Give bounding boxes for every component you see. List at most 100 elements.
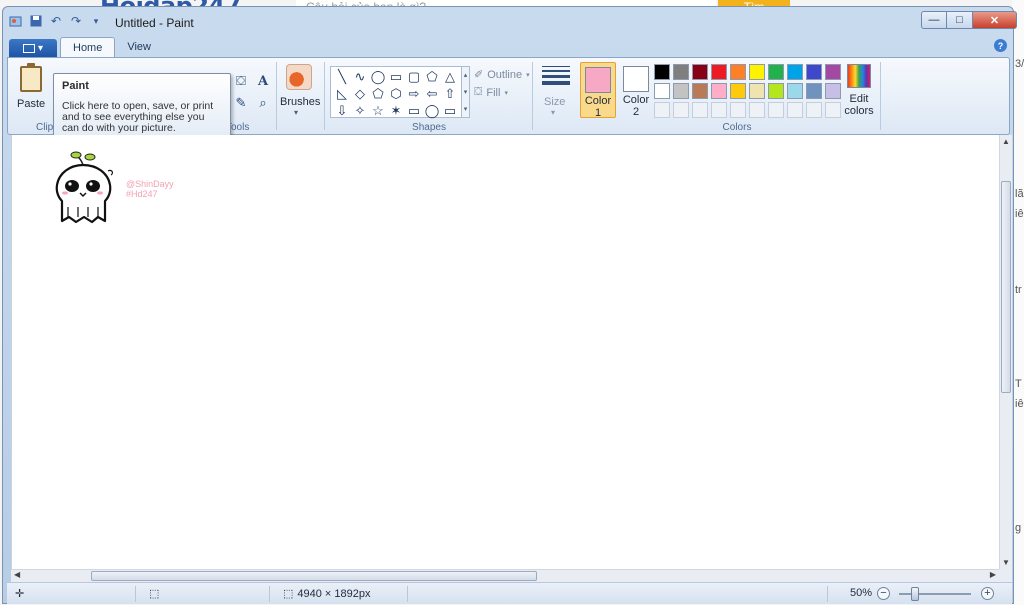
palette-custom-slot[interactable] bbox=[787, 102, 803, 118]
drawing-canvas[interactable]: @ShinDayy #Hd247 bbox=[11, 135, 999, 569]
paste-button[interactable]: Paste bbox=[17, 98, 45, 110]
outline-button[interactable]: ✐ Outline ▾ bbox=[474, 68, 530, 82]
zoom-in-icon[interactable]: + bbox=[981, 587, 994, 600]
color1-button[interactable]: Color 1 bbox=[580, 62, 616, 119]
color-picker-icon[interactable]: ✎ bbox=[232, 94, 250, 112]
palette-custom-slot[interactable] bbox=[749, 102, 765, 118]
palette-custom-slot[interactable] bbox=[825, 102, 841, 118]
help-icon[interactable]: ? bbox=[994, 39, 1007, 52]
palette-color-swatch[interactable] bbox=[673, 64, 689, 80]
tab-view[interactable]: View bbox=[115, 37, 163, 57]
shape-option[interactable]: ✶ bbox=[387, 102, 405, 119]
scroll-up-arrow-icon[interactable]: ▲ bbox=[1000, 137, 1012, 146]
palette-color-swatch[interactable] bbox=[825, 64, 841, 80]
shape-option[interactable]: ✧ bbox=[351, 102, 369, 119]
shape-option[interactable]: ☆ bbox=[369, 102, 387, 119]
title-bar[interactable]: ↶ ↷ ▾ Untitled - Paint — □ ✕ bbox=[3, 7, 1017, 35]
quick-access-toolbar: ↶ ↷ ▾ bbox=[9, 14, 103, 28]
palette-color-swatch[interactable] bbox=[730, 64, 746, 80]
palette-color-swatch[interactable] bbox=[692, 83, 708, 99]
magnifier-icon[interactable]: ⌕ bbox=[254, 94, 272, 112]
palette-color-swatch[interactable] bbox=[768, 83, 784, 99]
shape-option[interactable]: ⇩ bbox=[333, 102, 351, 119]
palette-color-swatch[interactable] bbox=[787, 83, 803, 99]
save-icon[interactable] bbox=[29, 14, 43, 28]
expand-icon[interactable]: ▾ bbox=[464, 105, 468, 113]
shape-option[interactable]: ⬡ bbox=[387, 85, 405, 102]
palette-color-swatch[interactable] bbox=[768, 64, 784, 80]
scroll-down-icon[interactable]: ▾ bbox=[464, 88, 468, 96]
scroll-down-arrow-icon[interactable]: ▼ bbox=[1000, 558, 1012, 567]
shape-option[interactable]: ∿ bbox=[351, 68, 369, 85]
shape-option[interactable]: ◯ bbox=[369, 68, 387, 85]
color2-button[interactable]: Color 2 bbox=[618, 62, 654, 118]
palette-custom-slot[interactable] bbox=[768, 102, 784, 118]
palette-color-swatch[interactable] bbox=[749, 83, 765, 99]
vertical-scrollbar[interactable]: ▲ ▼ bbox=[999, 135, 1012, 569]
shape-option[interactable]: ⬠ bbox=[369, 85, 387, 102]
scroll-right-arrow-icon[interactable]: ▶ bbox=[990, 570, 996, 579]
palette-color-swatch[interactable] bbox=[825, 83, 841, 99]
tab-home[interactable]: Home bbox=[60, 37, 116, 57]
paint-menu-tooltip: Paint Click here to open, save, or print… bbox=[53, 73, 231, 137]
palette-custom-slot[interactable] bbox=[730, 102, 746, 118]
shape-option[interactable]: ╲ bbox=[333, 68, 351, 85]
shape-option[interactable]: ▭ bbox=[387, 68, 405, 85]
zoom-slider-thumb[interactable] bbox=[911, 587, 919, 601]
shape-option[interactable]: ▭ bbox=[441, 102, 459, 119]
palette-custom-slot[interactable] bbox=[673, 102, 689, 118]
zoom-slider-track[interactable] bbox=[899, 593, 971, 595]
palette-custom-slot[interactable] bbox=[692, 102, 708, 118]
paint-window: ↶ ↷ ▾ Untitled - Paint — □ ✕ ▾ Home View… bbox=[2, 6, 1017, 604]
palette-color-swatch[interactable] bbox=[730, 83, 746, 99]
edit-colors-button[interactable]: Edit colors bbox=[842, 64, 876, 117]
palette-color-swatch[interactable] bbox=[692, 64, 708, 80]
maximize-button[interactable]: □ bbox=[947, 11, 973, 29]
close-button[interactable]: ✕ bbox=[973, 11, 1017, 29]
text-tool-icon[interactable]: A bbox=[254, 72, 272, 90]
brushes-button[interactable]: Brushes bbox=[280, 96, 320, 108]
fill-bucket-icon[interactable]: ⛋ bbox=[232, 72, 250, 90]
palette-color-swatch[interactable] bbox=[711, 83, 727, 99]
shape-option[interactable]: △ bbox=[441, 68, 459, 85]
horizontal-scroll-thumb[interactable] bbox=[91, 571, 537, 581]
shape-option[interactable]: ⬠ bbox=[423, 68, 441, 85]
shape-option[interactable]: ⇦ bbox=[423, 85, 441, 102]
palette-color-swatch[interactable] bbox=[654, 83, 670, 99]
minimize-button[interactable]: — bbox=[921, 11, 947, 29]
undo-icon[interactable]: ↶ bbox=[49, 14, 63, 28]
shape-option[interactable]: ◇ bbox=[351, 85, 369, 102]
palette-custom-slot[interactable] bbox=[711, 102, 727, 118]
shapes-gallery-scroll[interactable]: ▴ ▾ ▾ bbox=[462, 66, 470, 118]
customize-quick-access-icon[interactable]: ▾ bbox=[89, 14, 103, 28]
shape-option[interactable]: ▢ bbox=[405, 68, 423, 85]
palette-color-swatch[interactable] bbox=[787, 64, 803, 80]
palette-color-swatch[interactable] bbox=[673, 83, 689, 99]
size-dropdown-icon[interactable]: ▾ bbox=[551, 108, 555, 117]
shape-option[interactable]: ◯ bbox=[423, 102, 441, 119]
shape-option[interactable]: ⇨ bbox=[405, 85, 423, 102]
palette-custom-slot[interactable] bbox=[806, 102, 822, 118]
palette-color-swatch[interactable] bbox=[806, 83, 822, 99]
palette-custom-slot[interactable] bbox=[654, 102, 670, 118]
palette-color-swatch[interactable] bbox=[711, 64, 727, 80]
vertical-scroll-thumb[interactable] bbox=[1001, 181, 1011, 393]
window-controls: — □ ✕ bbox=[921, 11, 1017, 29]
palette-color-swatch[interactable] bbox=[654, 64, 670, 80]
shape-option[interactable]: ◺ bbox=[333, 85, 351, 102]
palette-color-swatch[interactable] bbox=[749, 64, 765, 80]
horizontal-scrollbar[interactable]: ◀ ▶ bbox=[11, 569, 999, 582]
fill-button[interactable]: ⛋ Fill ▾ bbox=[474, 86, 508, 99]
shape-option[interactable]: ▭ bbox=[405, 102, 423, 119]
paint-app-icon[interactable] bbox=[9, 14, 23, 28]
redo-icon[interactable]: ↷ bbox=[69, 14, 83, 28]
separator bbox=[407, 586, 408, 602]
shape-option[interactable]: ⇧ bbox=[441, 85, 459, 102]
palette-color-swatch[interactable] bbox=[806, 64, 822, 80]
zoom-out-icon[interactable]: − bbox=[877, 587, 890, 600]
brushes-dropdown-icon[interactable]: ▾ bbox=[294, 108, 298, 117]
scroll-up-icon[interactable]: ▴ bbox=[464, 71, 468, 79]
paint-menu-button[interactable]: ▾ bbox=[9, 39, 57, 57]
size-button[interactable]: Size bbox=[544, 96, 565, 108]
scroll-left-arrow-icon[interactable]: ◀ bbox=[14, 570, 20, 579]
